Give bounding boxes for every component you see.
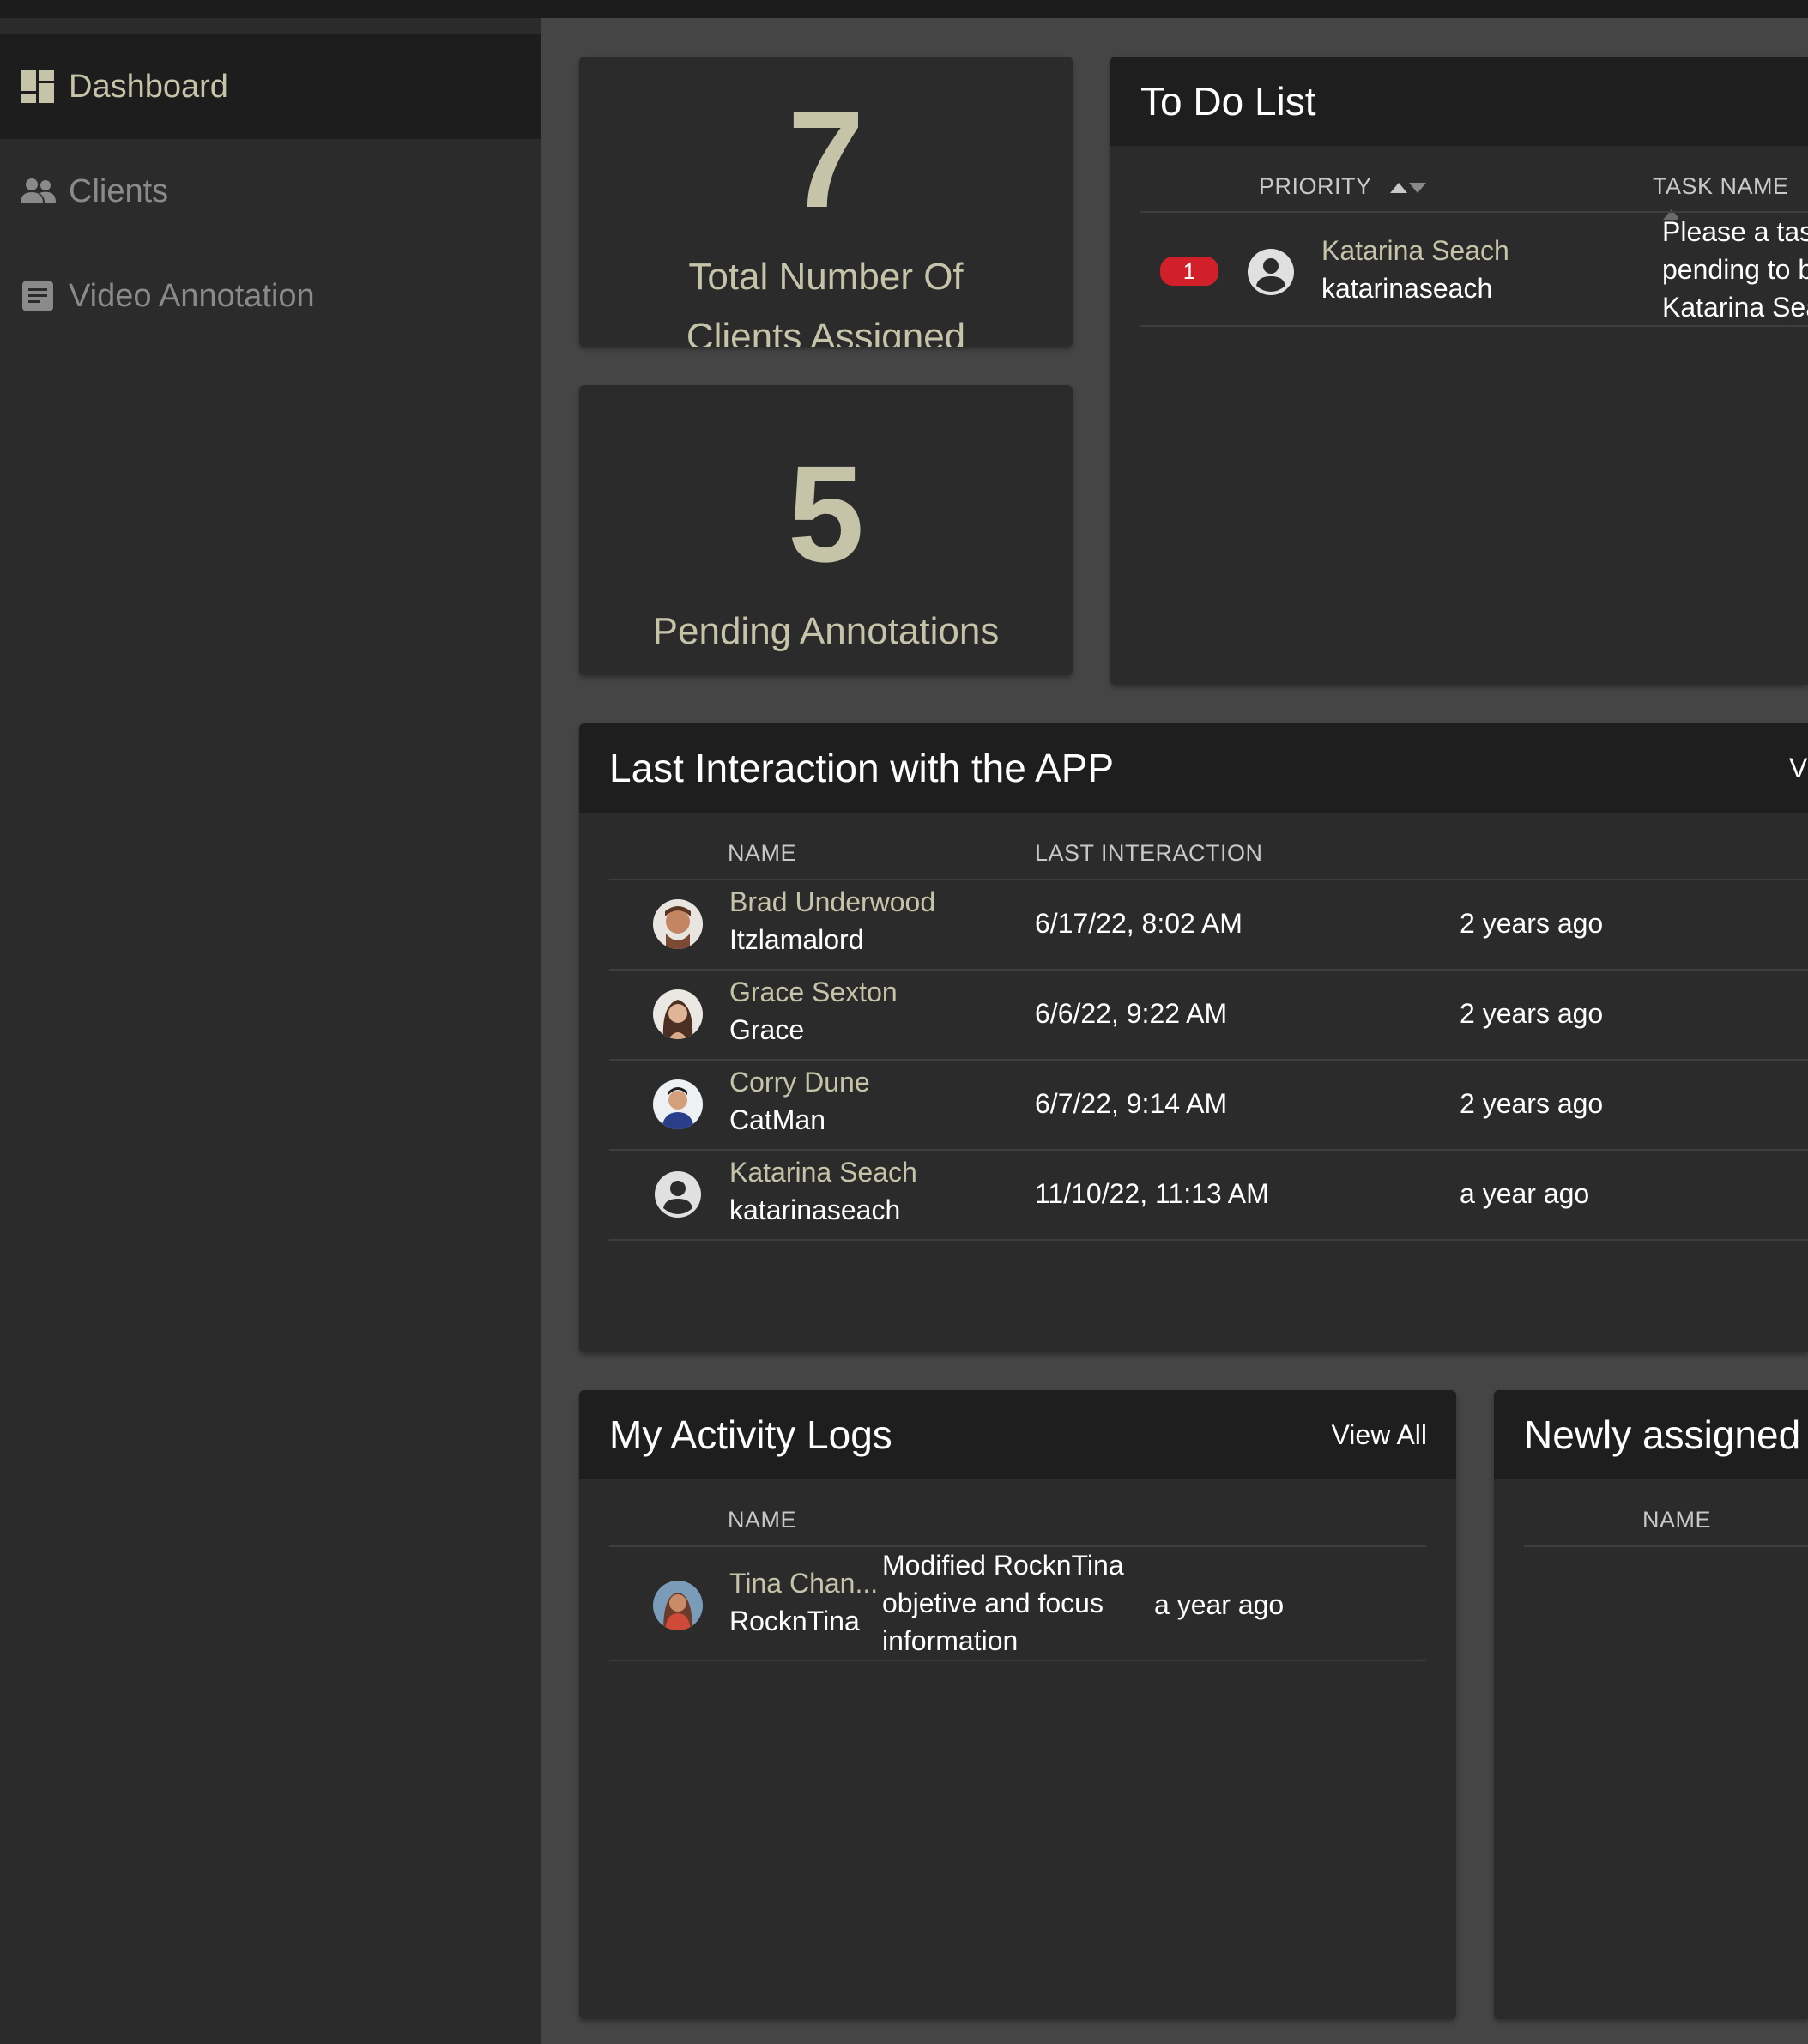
client-username: RocknTina [729, 1606, 860, 1636]
activity-ago: a year ago [1154, 1589, 1285, 1620]
column-header-priority[interactable]: PRIORITY [1259, 173, 1428, 200]
divider [609, 1660, 1426, 1661]
task-name-cell: Please a task pending to b Katarina Sea [1662, 216, 1808, 323]
interaction-ago: a year ago [1460, 1178, 1590, 1209]
sidebar-item-dashboard[interactable]: Dashboard [0, 34, 541, 139]
todo-title: To Do List [1140, 79, 1316, 124]
client-name-link[interactable]: Grace Sexton [729, 973, 898, 1011]
sidebar-item-clients[interactable]: Clients [0, 139, 541, 244]
sidebar-item-label: Dashboard [69, 68, 228, 105]
pending-annotations-value: 5 [788, 437, 864, 590]
client-username: Itzlamalord [729, 924, 864, 955]
top-bar [0, 0, 1808, 18]
pending-annotations-card: 5 Pending Annotations [579, 385, 1073, 675]
divider [1524, 1545, 1808, 1547]
table-row: Grace Sexton Grace [729, 973, 898, 1049]
column-header-name[interactable]: NAME [1642, 1507, 1711, 1533]
interaction-ago: 2 years ago [1460, 998, 1604, 1029]
avatar [653, 899, 703, 949]
priority-badge: 1 [1160, 257, 1218, 286]
last-interaction-title: Last Interaction with the APP [609, 746, 1115, 790]
client-username: Grace [729, 1014, 805, 1045]
client-name-link[interactable]: Katarina Seach [729, 1153, 917, 1191]
activity-description: Modified RocknTina objetive and focus in… [882, 1550, 1124, 1656]
column-header-last-interaction[interactable]: LAST INTERACTION [1035, 840, 1263, 867]
sidebar-item-label: Clients [69, 172, 169, 209]
activity-logs-panel: My Activity Logs View All NAME Tina Chan… [579, 1390, 1456, 2019]
divider [1140, 325, 1808, 327]
view-all-link[interactable]: V [1789, 723, 1808, 813]
client-name-link[interactable]: Brad Underwood [729, 883, 935, 921]
column-header-name[interactable]: NAME [728, 840, 796, 867]
table-row: Tina Chan... RocknTina [729, 1564, 878, 1640]
divider [609, 1149, 1808, 1151]
todo-panel: To Do List PRIORITY TASK NAME 1 Katarina… [1110, 57, 1808, 685]
divider [609, 1059, 1808, 1061]
todo-client-name: Katarina Seach katarinaseach [1321, 232, 1509, 307]
divider [609, 969, 1808, 971]
pending-annotations-label: Pending Annotations [652, 610, 1000, 652]
default-avatar-icon [1246, 247, 1296, 297]
total-clients-value: 7 [788, 82, 864, 236]
todo-header: To Do List [1110, 57, 1808, 146]
interaction-date: 11/10/22, 11:13 AM [1035, 1178, 1269, 1209]
interaction-ago: 2 years ago [1460, 1088, 1604, 1119]
newly-assigned-title: Newly assigned [1524, 1412, 1801, 1457]
interaction-date: 6/7/22, 9:14 AM [1035, 1088, 1228, 1119]
sidebar: Dashboard Clients Video Annotation [0, 18, 541, 2044]
table-row: Katarina Seach katarinaseach [729, 1153, 917, 1229]
client-name-link[interactable]: Tina Chan... [729, 1564, 878, 1602]
client-username: CatMan [729, 1104, 826, 1135]
avatar [653, 1581, 703, 1630]
sidebar-item-video-annotation[interactable]: Video Annotation [0, 244, 541, 348]
interaction-ago: 2 years ago [1460, 908, 1604, 939]
dashboard-icon [19, 68, 57, 106]
last-interaction-panel: Last Interaction with the APP V NAME LAS… [579, 723, 1808, 1352]
document-icon [19, 277, 57, 315]
last-interaction-header: Last Interaction with the APP [579, 723, 1808, 813]
table-row: Brad Underwood Itzlamalord [729, 883, 935, 959]
view-all-link[interactable]: View All [1332, 1390, 1427, 1479]
default-avatar-icon [653, 1170, 703, 1219]
divider [609, 1239, 1808, 1241]
table-row: Corry Dune CatMan [729, 1063, 870, 1139]
activity-logs-header: My Activity Logs [579, 1390, 1456, 1479]
avatar [653, 989, 703, 1039]
sort-icon [1390, 182, 1427, 193]
avatar [653, 1079, 703, 1129]
users-icon [19, 172, 57, 210]
divider [609, 879, 1808, 880]
client-name-link[interactable]: Corry Dune [729, 1063, 870, 1101]
newly-assigned-header: Newly assigned [1494, 1390, 1808, 1479]
total-clients-card: 7 Total Number Of Clients Assigned [579, 57, 1073, 347]
total-clients-label: Total Number Of Clients Assigned [686, 256, 966, 347]
client-username: katarinaseach [1321, 273, 1493, 304]
sidebar-item-label: Video Annotation [69, 277, 315, 314]
interaction-date: 6/17/22, 8:02 AM [1035, 908, 1243, 939]
activity-logs-title: My Activity Logs [609, 1412, 892, 1457]
interaction-date: 6/6/22, 9:22 AM [1035, 998, 1228, 1029]
client-username: katarinaseach [729, 1194, 901, 1225]
column-header-name[interactable]: NAME [728, 1507, 796, 1533]
client-name-link[interactable]: Katarina Seach [1321, 232, 1509, 269]
newly-assigned-panel: Newly assigned NAME [1494, 1390, 1808, 2019]
